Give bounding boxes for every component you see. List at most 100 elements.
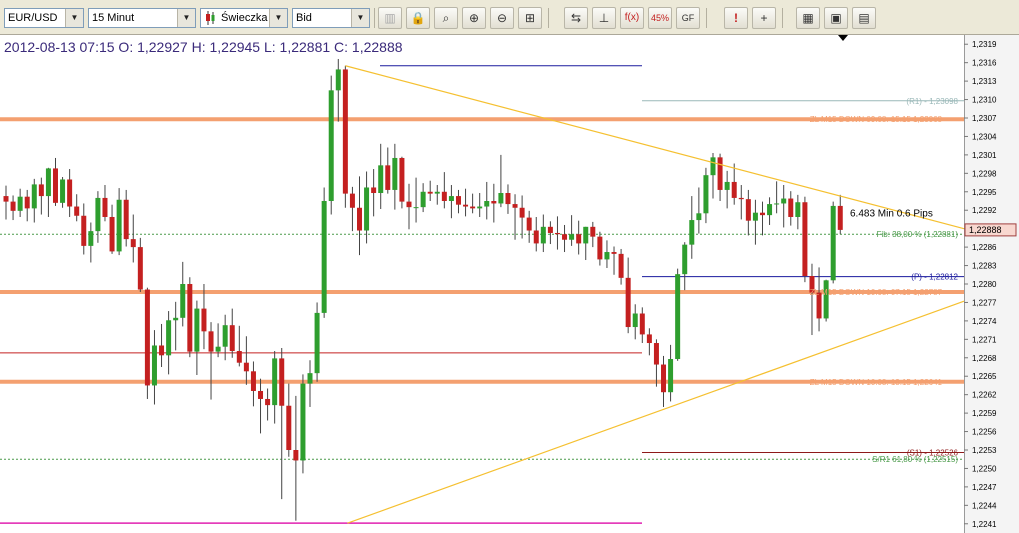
price-tick-label: 1,2277 xyxy=(972,298,997,307)
line-label: S/R1 61,80 % (1,22515) xyxy=(872,455,958,464)
candle-body xyxy=(554,232,560,235)
candle-body xyxy=(703,175,709,214)
toolbar-separator xyxy=(706,8,707,28)
save-icon[interactable]: ▣ xyxy=(824,7,848,29)
candle-body xyxy=(724,181,730,190)
candle-body xyxy=(745,199,751,221)
candle-body xyxy=(24,196,30,209)
scroll-vertical-icon[interactable]: ⊥ xyxy=(592,7,616,29)
candle-body xyxy=(491,201,497,204)
alert-icon[interactable]: ! xyxy=(724,7,748,29)
candle-body xyxy=(300,383,306,461)
price-tick-label: 1,2295 xyxy=(972,188,997,197)
candle-body xyxy=(243,362,249,372)
candle-body xyxy=(130,239,136,248)
toolbar-separator xyxy=(548,8,549,28)
candle-body xyxy=(717,157,723,190)
chart-toolbar: EUR/USD ▼ 15 Minut ▼ Świeczka ▼ Bid ▼ ▥ … xyxy=(0,0,1019,35)
candle-body xyxy=(286,405,292,450)
price-type-select[interactable]: Bid ▼ xyxy=(292,8,370,28)
price-tick-label: 1,2301 xyxy=(972,151,997,160)
candle-body xyxy=(618,253,624,278)
candle-body xyxy=(837,205,843,230)
candle-body xyxy=(102,197,108,217)
candle-body xyxy=(653,343,659,365)
function-icon[interactable]: f(x) xyxy=(620,7,644,29)
distance-annotation: 6.483 Min 0.6 Pips xyxy=(850,208,933,219)
candle-body xyxy=(328,90,334,201)
candle-body xyxy=(668,359,674,393)
candle-body xyxy=(307,373,313,384)
candle-body xyxy=(229,325,235,352)
price-tick-label: 1,2307 xyxy=(972,114,997,123)
candle-body xyxy=(547,226,553,233)
candle-body xyxy=(484,201,490,207)
candle-body xyxy=(731,181,737,198)
candle-body xyxy=(335,69,341,91)
candle-body xyxy=(512,204,518,208)
chevron-down-icon[interactable]: ▼ xyxy=(269,9,287,27)
candle-body xyxy=(88,231,94,246)
zoom-icon[interactable]: ⌕ xyxy=(434,7,458,29)
candle-body xyxy=(194,308,200,352)
price-tick-label: 1,2313 xyxy=(972,77,997,86)
bar-chart-icon[interactable]: ▥ xyxy=(378,7,402,29)
candle-body xyxy=(519,207,525,218)
price-tick-label: 1,2286 xyxy=(972,243,997,252)
candle-body xyxy=(95,197,101,232)
symbol-select[interactable]: EUR/USD ▼ xyxy=(4,8,84,28)
window-icon[interactable]: ▤ xyxy=(852,7,876,29)
candle-body xyxy=(427,191,433,194)
candle-body xyxy=(682,244,688,275)
price-tick-label: 1,2256 xyxy=(972,428,997,437)
price-tick-label: 1,2244 xyxy=(972,501,997,510)
fibonacci-icon[interactable]: 45% xyxy=(648,7,672,29)
candle-body xyxy=(759,212,765,216)
candle-body xyxy=(321,201,327,313)
candle-body xyxy=(830,205,836,281)
candle-body xyxy=(625,277,631,328)
candle-body xyxy=(590,226,596,237)
chevron-down-icon[interactable]: ▼ xyxy=(177,9,195,27)
grid-icon[interactable]: ▦ xyxy=(796,7,820,29)
price-tick-label: 1,2241 xyxy=(972,520,997,529)
candle-body xyxy=(477,206,483,209)
candle-body xyxy=(689,220,695,245)
candle-body xyxy=(533,230,539,244)
lock-icon[interactable]: 🔒 xyxy=(406,7,430,29)
candle-body xyxy=(371,187,377,194)
candle-body xyxy=(159,345,165,356)
candle-body xyxy=(236,351,242,363)
candle-body xyxy=(3,196,9,202)
zoom-out-icon[interactable]: ⊖ xyxy=(490,7,514,29)
line-label: ZL M15 DOWN 10.08. 13:15 1,22641 xyxy=(810,378,943,387)
scroll-horizontal-icon[interactable]: ⇆ xyxy=(564,7,588,29)
price-chart[interactable]: (R1) - 1,23098 ZL M15 DOWN 09.08. 15:15 1… xyxy=(0,35,1019,533)
price-tick-label: 1,2274 xyxy=(972,317,997,326)
candle-body xyxy=(470,206,476,209)
chevron-down-icon[interactable]: ▼ xyxy=(65,9,83,27)
candle-body xyxy=(166,320,172,356)
candle-body xyxy=(45,168,51,197)
symbol-value: EUR/USD xyxy=(8,12,58,24)
candle-body xyxy=(116,199,122,252)
price-tick-label: 1,2319 xyxy=(972,40,997,49)
candle-body xyxy=(17,196,23,211)
chart-type-select[interactable]: Świeczka ▼ xyxy=(200,8,288,28)
timeframe-select[interactable]: 15 Minut ▼ xyxy=(88,8,196,28)
candle-body xyxy=(646,334,652,344)
candle-body xyxy=(569,234,575,240)
gf-icon[interactable]: GF xyxy=(676,7,700,29)
candle-body xyxy=(710,157,716,176)
candle-body xyxy=(802,202,808,277)
crosshair-icon[interactable]: + xyxy=(752,7,776,29)
candle-body xyxy=(434,191,440,194)
price-tick-label: 1,2316 xyxy=(972,59,997,68)
candle-body xyxy=(696,213,702,221)
price-tick-label: 1,2304 xyxy=(972,132,997,141)
zoom-in-icon[interactable]: ⊕ xyxy=(462,7,486,29)
chevron-down-icon[interactable]: ▼ xyxy=(351,9,369,27)
candle-body xyxy=(611,252,617,254)
zoom-fit-icon[interactable]: ⊞ xyxy=(518,7,542,29)
candle-body xyxy=(738,197,744,200)
